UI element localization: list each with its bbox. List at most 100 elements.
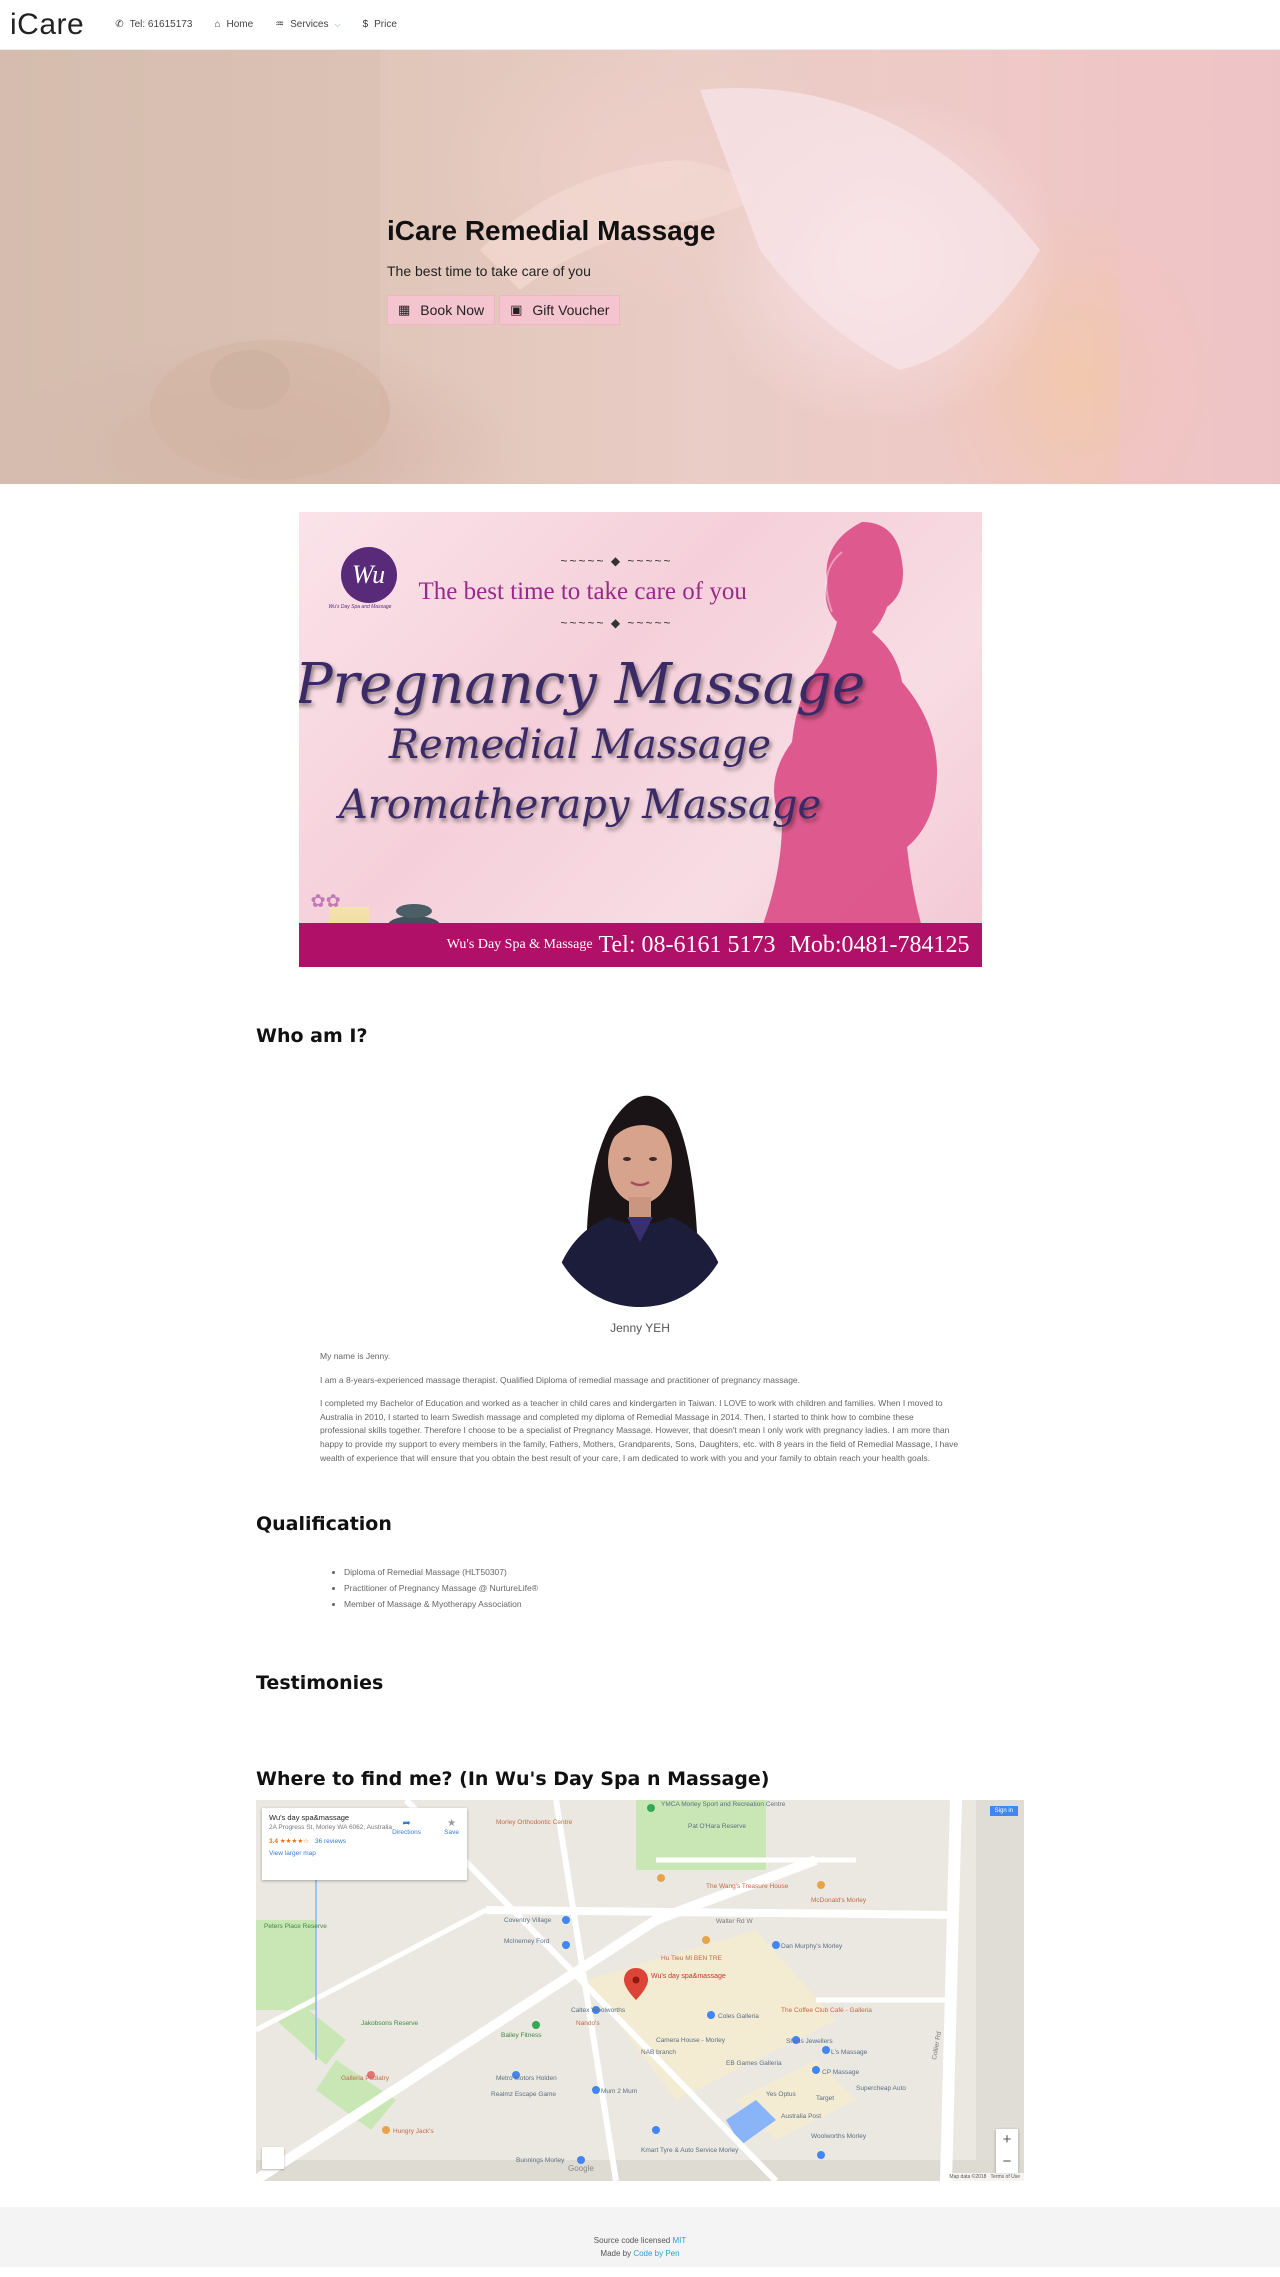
map-place-card: Wu's day spa&massage 2A Progress St, Mor… [262, 1808, 467, 1881]
terms-link[interactable]: Terms of Use [991, 2174, 1020, 2180]
qualification-heading: Qualification [256, 1513, 392, 1536]
wu-logo: Wu [340, 547, 397, 603]
calendar-icon: ▦ [398, 302, 411, 317]
nav-item-label: Home [226, 19, 254, 30]
zoom-out-button[interactable]: − [996, 2151, 1018, 2173]
footer-license-line: Source code licensed MIT [0, 2235, 1280, 2248]
map-label: Caltex Woolworths [571, 2007, 626, 2014]
nav-item-services[interactable]: ♒ Services ⌵ [275, 19, 340, 30]
testimonies-heading: Testimonies [256, 1672, 384, 1695]
footer-credit-text: Made by [600, 2249, 634, 2259]
mit-link[interactable]: MIT [672, 2236, 686, 2245]
star-icon: ★ [447, 1818, 457, 1830]
banner-contact-bar: Wu's Day Spa & Massage Tel: 08-6161 5173… [298, 923, 982, 967]
map-label: Realmz Escape Game [491, 2091, 556, 2098]
brand-logo[interactable]: iCare [10, 8, 84, 42]
banner-spa-name: Wu's Day Spa & Massage [446, 937, 593, 952]
find-heading: Where to find me? (In Wu's Day Spa n Mas… [256, 1768, 770, 1791]
map-label: Pat O'Hara Reserve [688, 1823, 746, 1830]
map-label: Coventry Village [504, 1917, 552, 1924]
gift-voucher-label: Gift Voucher [532, 302, 610, 318]
ornament-top: ~~~~~ ◆ ~~~~~ [560, 554, 673, 568]
google-logo: Google [568, 2164, 594, 2174]
map-label: Nando's [576, 2020, 600, 2027]
nav-item-home[interactable]: ⌂ Home [214, 19, 253, 30]
list-item: Member of Massage & Myotherapy Associati… [344, 1597, 960, 1613]
qualification-section: Qualification Diploma of Remedial Massag… [256, 1513, 1024, 1612]
map-place-rating: 3.4 ★★★★☆ 36 reviews [269, 1837, 460, 1845]
map-label: Dan Murphy's Morley [781, 1943, 843, 1950]
zoom-in-button[interactable]: + [996, 2129, 1018, 2151]
map-data-text: Map data ©2018 [949, 2174, 987, 2181]
hero-buttons: ▦ Book Now ▣ Gift Voucher [387, 295, 715, 325]
map-label: Shiels Jewellers [786, 2038, 833, 2045]
map-label: Bunnings Morley [516, 2157, 565, 2164]
wu-logo-subtitle: Wu's Day Spa and Massage [328, 604, 392, 610]
dollar-icon: $ [362, 19, 369, 30]
nav-item-label: Tel: 61615173 [129, 19, 193, 30]
credit-card-icon: ▣ [510, 302, 523, 317]
bio-paragraph: My name is Jenny. [320, 1351, 391, 1361]
hero-subtitle: The best time to take care of you [387, 263, 591, 279]
map-label: McDonald's Morley [811, 1897, 867, 1904]
gift-voucher-button[interactable]: ▣ Gift Voucher [499, 295, 621, 325]
book-now-label: Book Now [420, 302, 485, 318]
book-now-button[interactable]: ▦ Book Now [387, 295, 496, 325]
map-label: Woolworths Morley [811, 2133, 867, 2140]
map-label: Camera House - Morley [656, 2037, 726, 2044]
map-label: Kmart Tyre & Auto Service Morley [641, 2147, 739, 2154]
nav-item-label: Services [290, 19, 329, 30]
ornament-bottom: ~~~~~ ◆ ~~~~~ [560, 616, 673, 630]
map-sign-in-button[interactable]: Sign in [989, 1806, 1018, 1817]
map-label: EB Games Galleria [726, 2060, 782, 2067]
view-larger-map-link[interactable]: View larger map [269, 1850, 460, 1857]
map-label: CP Massage [822, 2069, 859, 2076]
map-label: Morley Orthodontic Centre [496, 1819, 573, 1826]
map-reviews-link[interactable]: 36 reviews [315, 1838, 346, 1845]
services-icon: ♒ [275, 19, 285, 30]
map-label: Peters Place Reserve [264, 1923, 327, 1930]
phone-icon: ✆ [115, 19, 124, 30]
banner-tagline: The best time to take care of you [418, 578, 747, 605]
map-place-address: 2A Progress St, Morley WA 6062, Australi… [269, 1824, 392, 1832]
banner-line-remedial: Remedial Massage [388, 722, 772, 768]
map-zoom-controls: + − [996, 2129, 1018, 2174]
banner-line-pregnancy: Pregnancy Massage [298, 652, 866, 717]
map-label: Jakobsons Reserve [361, 2020, 418, 2027]
directions-label: Directions [392, 1829, 421, 1837]
map-label: Hungry Jack's [393, 2128, 434, 2135]
home-icon: ⌂ [214, 19, 221, 30]
codepen-link[interactable]: Code by Pen [633, 2249, 679, 2258]
hero-section: iCare Remedial Massage The best time to … [0, 50, 1280, 484]
map-place-name: Wu's day spa&massage [269, 1813, 350, 1823]
google-map[interactable]: YMCA Morley Sport and Recreation Centre … [256, 1800, 1024, 2182]
page-footer: Source code licensed MIT Made by Code by… [0, 2207, 1280, 2268]
pregnant-silhouette-image [761, 522, 937, 927]
find-section: Where to find me? (In Wu's Day Spa n Mas… [256, 1768, 1024, 2182]
map-pin-label: Wu's day spa&massage [651, 1973, 726, 1980]
portrait-photo [549, 1067, 731, 1307]
banner-wrapper: Wu Wu's Day Spa and Massage ~~~~~ ◆ ~~~~… [0, 512, 1280, 967]
directions-icon: ➦ [402, 1818, 411, 1830]
directions-button[interactable]: ➦ Directions [392, 1818, 421, 1836]
qualification-list: Diploma of Remedial Massage (HLT50307) P… [320, 1565, 960, 1612]
footer-license-text: Source code licensed [593, 2236, 673, 2246]
nav-item-phone[interactable]: ✆ Tel: 61615173 [115, 19, 192, 30]
map-label: Metro Motors Holden [496, 2075, 557, 2082]
map-label: Target [816, 2095, 834, 2102]
map-label: McInerney Ford [504, 1938, 550, 1945]
chevron-down-icon: ⌵ [334, 19, 341, 29]
hero-content: iCare Remedial Massage The best time to … [387, 215, 715, 325]
nav-item-label: Price [374, 19, 397, 30]
nav-item-price[interactable]: $ Price [363, 19, 397, 30]
map-rating-stars: 3.4 ★★★★☆ [269, 1837, 309, 1845]
top-navbar: iCare ✆ Tel: 61615173 ⌂ Home ♒ Services … [0, 0, 1280, 50]
map-label: Mum 2 Mum [601, 2088, 637, 2095]
banner-line-aromatherapy: Aromatherapy Massage [338, 782, 822, 828]
promo-banner: Wu Wu's Day Spa and Massage ~~~~~ ◆ ~~~~… [298, 512, 982, 967]
map-qr-thumbnail[interactable] [262, 2147, 284, 2170]
map-label: NAB branch [641, 2049, 676, 2056]
portrait-caption: Jenny YEH [610, 1321, 670, 1335]
map-label: The Coffee Club Café - Galleria [781, 2007, 872, 2014]
save-button[interactable]: ★ Save [444, 1818, 459, 1836]
